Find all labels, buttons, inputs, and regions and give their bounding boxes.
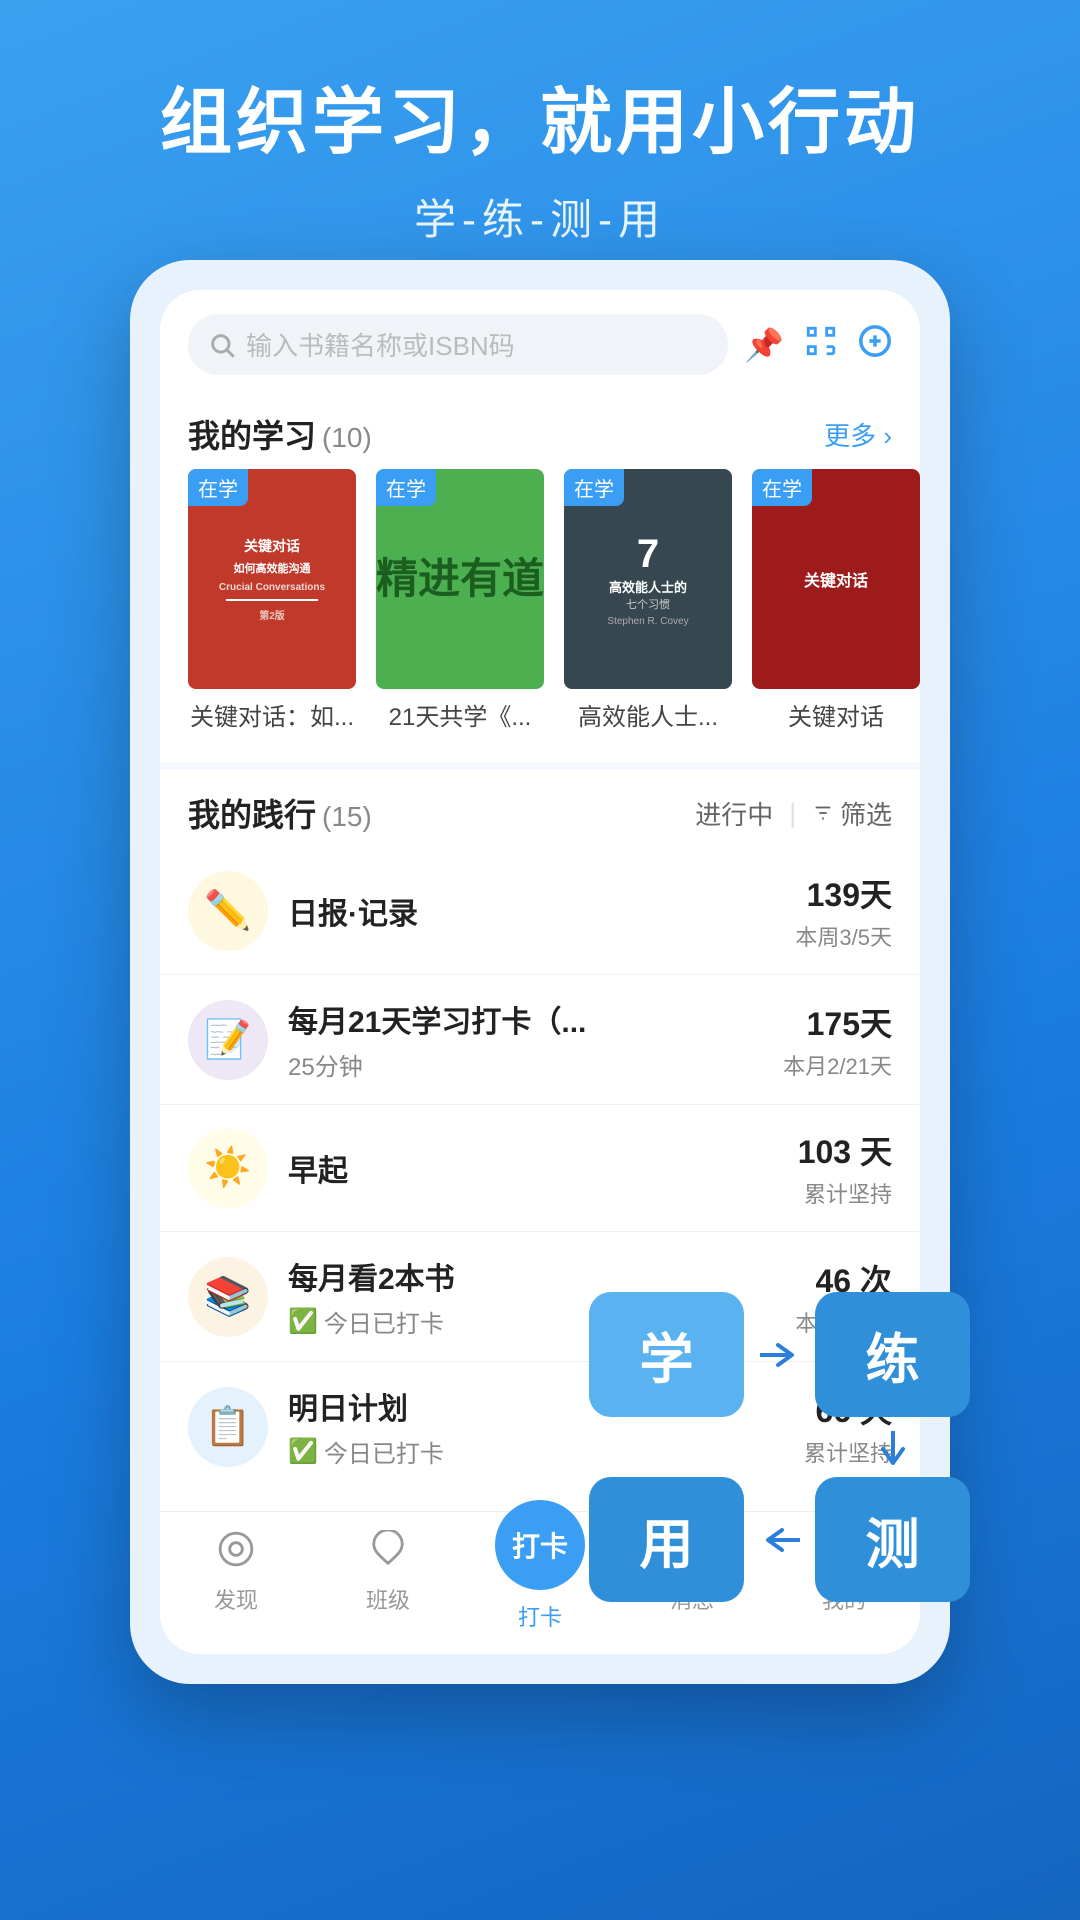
practice-item-3[interactable]: ☀️ 早起 103 天 累计坚持 — [160, 1105, 920, 1232]
practice-info-3: 早起 — [288, 1146, 762, 1190]
nav-item-discover[interactable]: 发现 — [160, 1530, 312, 1632]
add-icon[interactable] — [858, 324, 892, 366]
book-item-4[interactable]: 在学 关键对话 关键对话 — [752, 469, 920, 732]
class-icon — [369, 1530, 407, 1577]
nav-label-checkin: 打卡 — [518, 1600, 562, 1632]
learn-button[interactable]: 学 — [589, 1292, 744, 1417]
hero-title: 组织学习，就用小行动 — [0, 0, 1080, 166]
arrow-down — [815, 1425, 970, 1477]
practice-filters: 进行中 | 筛选 — [695, 795, 892, 832]
float-row-top: 学 练 — [589, 1292, 970, 1417]
nav-label-class: 班级 — [366, 1583, 410, 1615]
checkin-button[interactable]: 打卡 — [495, 1500, 585, 1590]
practice-icon-5: 📋 — [188, 1387, 268, 1467]
practice-icon-3: ☀️ — [188, 1128, 268, 1208]
book-scroll: 在学 关键对话 如何高效能沟通 Crucial Conversations 第2… — [160, 469, 920, 752]
filter-button[interactable]: 筛选 — [812, 795, 892, 832]
float-overlay: 学 练 用 测 — [589, 1292, 970, 1610]
book-badge-4: 在学 — [752, 469, 812, 506]
search-actions: 📌 — [744, 324, 892, 366]
status-filter[interactable]: 进行中 — [695, 795, 773, 832]
discover-icon — [217, 1530, 255, 1577]
book-item-3[interactable]: 在学 7 高效能人士的 七个习惯 Stephen R. Covey 高效能人士.… — [564, 469, 732, 732]
book-badge-3: 在学 — [564, 469, 624, 506]
book-badge-2: 在学 — [376, 469, 436, 506]
arrow-down-wrap — [589, 1425, 970, 1477]
practice-stats-3: 103 天 累计坚持 — [762, 1127, 892, 1209]
use-button[interactable]: 用 — [589, 1477, 744, 1602]
book-name-2: 21天共学《... — [376, 697, 544, 732]
search-placeholder-text: 输入书籍名称或ISBN码 — [246, 326, 515, 363]
search-icon — [208, 331, 236, 359]
practice-sub-2: 25分钟 — [288, 1047, 762, 1082]
practice-icon-4: 📚 — [188, 1257, 268, 1337]
nav-item-class[interactable]: 班级 — [312, 1530, 464, 1632]
practice-item-1[interactable]: ✏️ 日报·记录 139天 本周3/5天 — [160, 848, 920, 975]
practice-info-2: 每月21天学习打卡（... 25分钟 — [288, 997, 762, 1082]
arrow-right-1 — [752, 1292, 807, 1417]
book-badge-1: 在学 — [188, 469, 248, 506]
practice-icon-2: 📝 — [188, 1000, 268, 1080]
my-learning-section: 我的学习(10) 更多 › 在学 关键对话 如何高效能沟通 Crucial Co… — [160, 391, 920, 762]
float-row-bottom: 用 测 — [589, 1477, 970, 1602]
spacer-left — [605, 1425, 760, 1477]
book-name-4: 关键对话 — [752, 697, 920, 732]
book-name-3: 高效能人士... — [564, 697, 732, 732]
book-name-1: 关键对话：如... — [188, 697, 356, 732]
nav-label-discover: 发现 — [214, 1583, 258, 1615]
practice-name-1: 日报·记录 — [288, 889, 762, 933]
pin-icon[interactable]: 📌 — [744, 326, 784, 364]
practice-title: 我的践行(15) — [188, 790, 372, 836]
practice-stats-1: 139天 本周3/5天 — [762, 870, 892, 952]
test-button[interactable]: 测 — [815, 1477, 970, 1602]
practice-item-2[interactable]: 📝 每月21天学习打卡（... 25分钟 175天 本月2/21天 — [160, 975, 920, 1105]
practice-name-2: 每月21天学习打卡（... — [288, 997, 762, 1041]
practice-stats-2: 175天 本月2/21天 — [762, 999, 892, 1081]
book-item-1[interactable]: 在学 关键对话 如何高效能沟通 Crucial Conversations 第2… — [188, 469, 356, 732]
practice-header: 我的践行(15) 进行中 | 筛选 — [160, 770, 920, 848]
my-learning-header: 我的学习(10) 更多 › — [160, 391, 920, 469]
my-learning-more[interactable]: 更多 › — [824, 416, 892, 453]
arrow-left — [752, 1477, 807, 1602]
practice-icon-1: ✏️ — [188, 871, 268, 951]
scan-icon[interactable] — [804, 324, 838, 366]
my-learning-title: 我的学习(10) — [188, 411, 372, 457]
search-bar: 输入书籍名称或ISBN码 📌 — [160, 290, 920, 391]
search-input-wrap[interactable]: 输入书籍名称或ISBN码 — [188, 314, 728, 375]
book-item-2[interactable]: 在学 精进有道 21天共学《... — [376, 469, 544, 732]
practice-button[interactable]: 练 — [815, 1292, 970, 1417]
hero-section: 组织学习，就用小行动 学-练-测-用 — [0, 0, 1080, 247]
checkin-label: 打卡 — [512, 1525, 568, 1565]
practice-name-3: 早起 — [288, 1146, 762, 1190]
practice-info-1: 日报·记录 — [288, 889, 762, 933]
hero-subtitle: 学-练-测-用 — [0, 186, 1080, 247]
